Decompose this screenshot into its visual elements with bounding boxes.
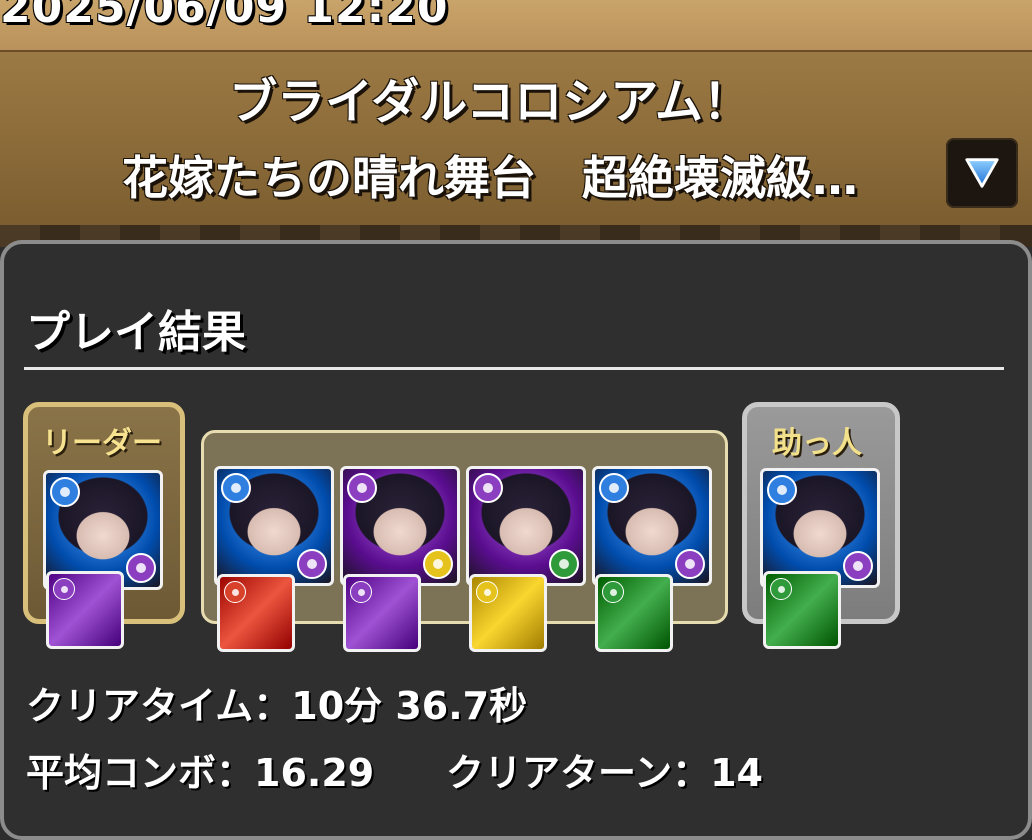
- clear-turn: クリアターン：14: [446, 742, 763, 797]
- dungeon-title: ブライダルコロシアム！: [229, 74, 751, 130]
- panel-title: プレイ結果: [26, 307, 246, 358]
- attribute-orb-icon: [347, 473, 377, 503]
- clear-turn-value: 14: [710, 751, 763, 795]
- attribute-orb-icon: [767, 475, 797, 505]
- attribute-orb-icon: [602, 581, 624, 603]
- attribute-orb-icon: [224, 581, 246, 603]
- sub-4-monster-card[interactable]: [592, 466, 712, 586]
- triangle-down-icon: [965, 158, 999, 188]
- sub-1-monster-card[interactable]: [214, 466, 334, 586]
- sub-1-assist-card[interactable]: [217, 574, 295, 652]
- average-combo-value: 16.29: [254, 751, 375, 795]
- attribute-orb-icon: [473, 473, 503, 503]
- helper-assist-card[interactable]: [763, 571, 841, 649]
- clear-time-label: クリアタイム：: [26, 684, 292, 728]
- average-combo-label: 平均コンボ：: [26, 751, 255, 795]
- clear-turn-label: クリアターン：: [446, 751, 711, 795]
- dungeon-subtitle: 花嫁たちの晴れ舞台 超絶壊滅級…: [122, 151, 858, 205]
- expand-dropdown-button[interactable]: [946, 138, 1018, 208]
- top-bar: 2025/06/09 12:20: [0, 0, 1032, 52]
- divider: [24, 367, 1004, 370]
- attribute-orb-icon: [53, 578, 75, 600]
- attribute-orb-icon: [476, 581, 498, 603]
- dungeon-banner[interactable]: ブライダルコロシアム！ 花嫁たちの晴れ舞台 超絶壊滅級…: [0, 50, 1032, 232]
- attribute-orb-icon: [297, 549, 327, 579]
- attribute-orb-icon: [843, 551, 873, 581]
- sub-3-monster-card[interactable]: [466, 466, 586, 586]
- attribute-orb-icon: [770, 578, 792, 600]
- attribute-orb-icon: [350, 581, 372, 603]
- attribute-orb-icon: [675, 549, 705, 579]
- leader-assist-card[interactable]: [46, 571, 124, 649]
- average-combo: 平均コンボ：16.29: [26, 742, 374, 797]
- attribute-orb-icon: [126, 553, 156, 583]
- attribute-orb-icon: [599, 473, 629, 503]
- attribute-orb-icon: [549, 549, 579, 579]
- leader-label: リーダー: [42, 426, 162, 461]
- helper-monster-card[interactable]: [760, 468, 880, 588]
- sub-3-assist-card[interactable]: [469, 574, 547, 652]
- attribute-orb-icon: [423, 549, 453, 579]
- sub-2-monster-card[interactable]: [340, 466, 460, 586]
- helper-label: 助っ人: [772, 426, 862, 461]
- sub-4-assist-card[interactable]: [595, 574, 673, 652]
- clear-time-value: 10分 36.7秒: [291, 684, 528, 728]
- sub-2-assist-card[interactable]: [343, 574, 421, 652]
- attribute-orb-icon: [221, 473, 251, 503]
- clear-time: クリアタイム：10分 36.7秒: [26, 675, 527, 730]
- timestamp: 2025/06/09 12:20: [0, 0, 449, 33]
- attribute-orb-icon: [50, 477, 80, 507]
